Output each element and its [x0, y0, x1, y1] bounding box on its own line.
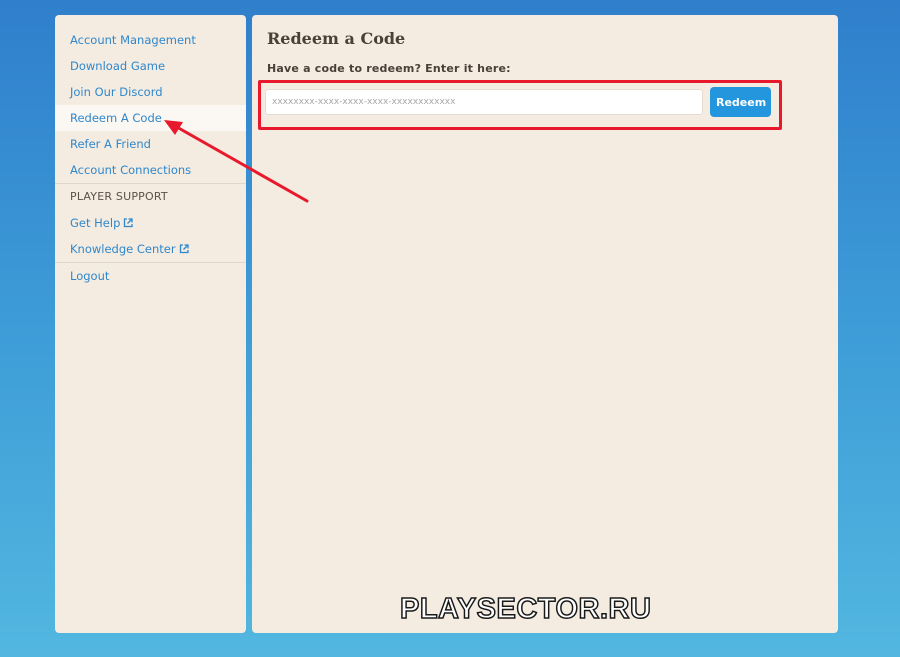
sidebar-item-label: Download Game	[70, 59, 166, 73]
sidebar-item-label: Get Help	[70, 216, 121, 230]
external-link-icon	[179, 237, 189, 263]
sidebar-item-label: Join Our Discord	[70, 85, 163, 99]
sidebar-item-label: Account Connections	[70, 163, 192, 177]
sidebar-item-label: Account Management	[70, 33, 196, 47]
sidebar-item-redeem-code[interactable]: Redeem A Code	[55, 105, 246, 131]
sidebar-item-label: Redeem A Code	[70, 111, 162, 125]
sidebar-item-knowledge-center[interactable]: Knowledge Center	[55, 236, 246, 262]
code-input[interactable]	[265, 89, 703, 115]
sidebar: Account Management Download Game Join Ou…	[55, 15, 246, 633]
page-title: Redeem a Code	[267, 29, 406, 48]
watermark: PLAYSECTOR.RU	[399, 592, 652, 626]
sidebar-item-label: Knowledge Center	[70, 242, 176, 256]
sidebar-item-refer-friend[interactable]: Refer A Friend	[55, 131, 246, 157]
sidebar-item-logout[interactable]: Logout	[55, 263, 246, 289]
sidebar-item-download-game[interactable]: Download Game	[55, 53, 246, 79]
sidebar-item-label: Logout	[70, 269, 110, 283]
sidebar-item-get-help[interactable]: Get Help	[55, 210, 246, 236]
player-support-heading: PLAYER SUPPORT	[70, 190, 168, 203]
sidebar-item-join-discord[interactable]: Join Our Discord	[55, 79, 246, 105]
main-panel: Redeem a Code Have a code to redeem? Ent…	[252, 15, 838, 633]
sidebar-nav: Account Management Download Game Join Ou…	[55, 15, 246, 289]
sidebar-item-account-management[interactable]: Account Management	[55, 27, 246, 53]
sidebar-item-label: Refer A Friend	[70, 137, 151, 151]
redeem-prompt: Have a code to redeem? Enter it here:	[267, 62, 511, 75]
sidebar-item-account-connections[interactable]: Account Connections	[55, 157, 246, 183]
redeem-button[interactable]: Redeem	[710, 87, 771, 117]
external-link-icon	[123, 211, 134, 237]
